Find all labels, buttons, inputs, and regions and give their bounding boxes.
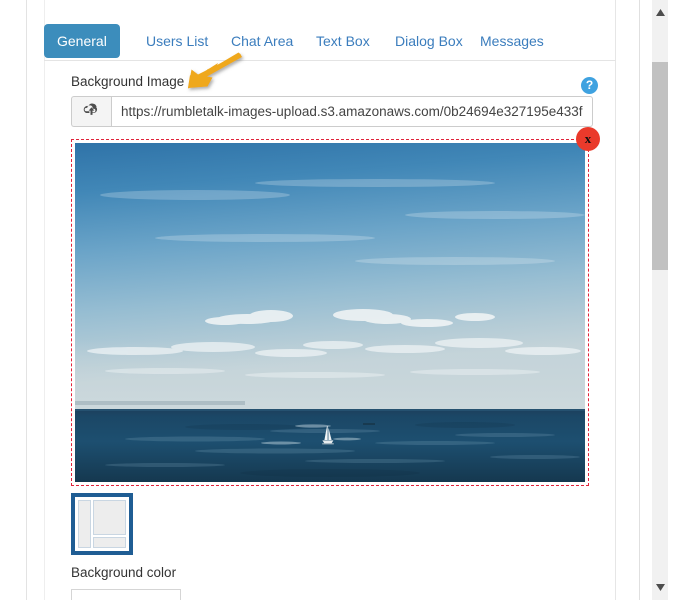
tab-chat-area[interactable]: Chat Area bbox=[218, 24, 306, 58]
background-color-input[interactable] bbox=[71, 589, 181, 600]
left-divider bbox=[26, 0, 27, 600]
page-scrollbar[interactable] bbox=[652, 0, 668, 600]
sea-photo bbox=[75, 143, 585, 482]
scrollbar-up-arrow-icon[interactable] bbox=[652, 4, 668, 21]
tab-users-list[interactable]: Users List bbox=[133, 24, 221, 58]
scrollbar-thumb[interactable] bbox=[652, 62, 668, 270]
settings-tab-bar: General Users List Chat Area Text Box Di… bbox=[44, 24, 616, 60]
tab-messages[interactable]: Messages bbox=[467, 24, 557, 58]
swatch-main-pane bbox=[92, 500, 126, 536]
panel-right-edge bbox=[615, 0, 616, 600]
cloud-upload-icon bbox=[83, 102, 100, 121]
upload-button[interactable] bbox=[71, 96, 111, 127]
tab-general[interactable]: General bbox=[44, 24, 120, 58]
background-image-preview-frame bbox=[71, 139, 589, 486]
layout-theme-icon bbox=[78, 500, 126, 548]
general-settings-panel: Background Image ? https://rumbletalk-im… bbox=[45, 61, 615, 600]
background-image-label: Background Image bbox=[71, 74, 185, 89]
scrollbar-down-arrow-icon[interactable] bbox=[652, 579, 668, 596]
scrollbar-outer-margin bbox=[668, 0, 690, 600]
swatch-left-pane bbox=[78, 500, 91, 548]
tab-dialog-box[interactable]: Dialog Box bbox=[382, 24, 476, 58]
background-image-url-input[interactable] bbox=[111, 96, 593, 127]
container-right-edge bbox=[639, 0, 640, 600]
layout-theme-swatch[interactable] bbox=[71, 493, 133, 555]
swatch-bottom-pane bbox=[92, 536, 126, 548]
remove-image-button[interactable]: x bbox=[576, 127, 600, 151]
question-mark-icon[interactable]: ? bbox=[581, 77, 598, 94]
background-image-preview[interactable] bbox=[75, 143, 585, 482]
background-color-label: Background color bbox=[71, 565, 177, 580]
tab-text-box[interactable]: Text Box bbox=[303, 24, 383, 58]
screenshot-root: General Users List Chat Area Text Box Di… bbox=[0, 0, 690, 600]
background-image-input-group bbox=[71, 96, 593, 127]
